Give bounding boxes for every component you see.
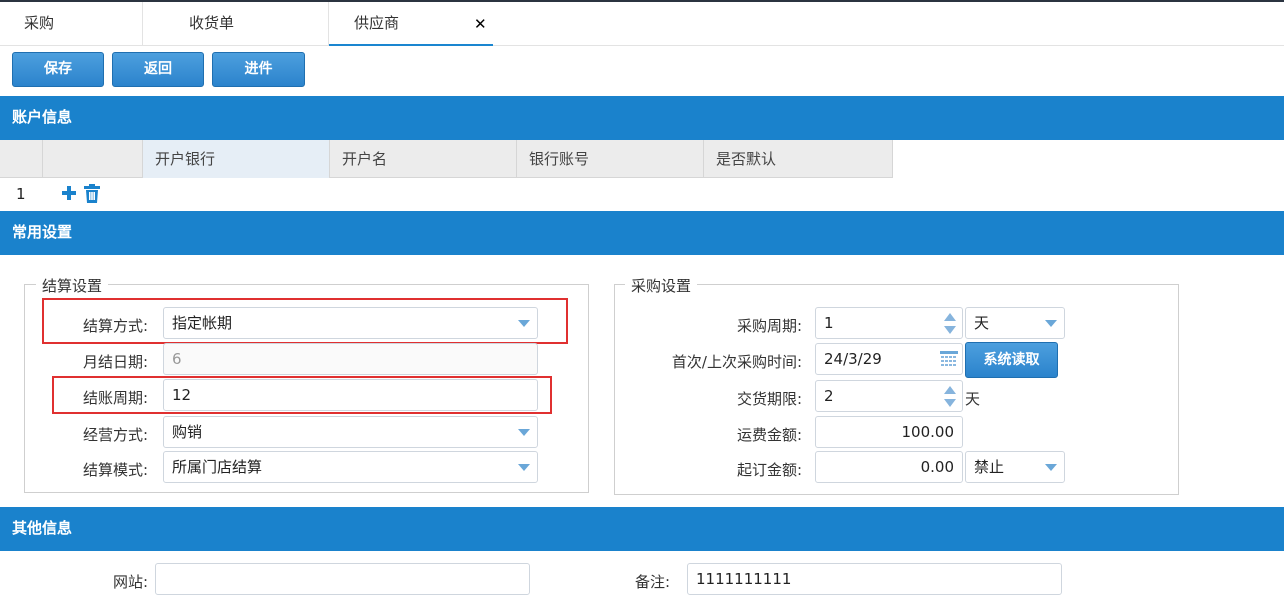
settlement-mode-select[interactable]: 所属门店结算 (163, 451, 538, 483)
grid-actions-header (43, 140, 143, 178)
highlight-box (42, 298, 568, 344)
delivery-unit: 天 (965, 390, 981, 408)
save-button[interactable]: 保存 (12, 52, 104, 87)
min-order-label: 起订金额: (736, 461, 802, 479)
website-field[interactable] (155, 563, 530, 595)
purchase-time-value: 24/3/29 (824, 350, 882, 368)
purchase-cycle-spinner[interactable]: 1 (815, 307, 963, 339)
calendar-icon[interactable] (940, 351, 958, 367)
grid-row-number: 1 (16, 185, 26, 203)
mode-label: 结算模式: (82, 461, 148, 479)
remark-label: 备注: (634, 573, 670, 591)
account-grid-header: 开户银行 开户名 银行账号 是否默认 (0, 140, 893, 178)
section-other-header: 其他信息 (0, 507, 1284, 551)
min-order-mode-value: 禁止 (974, 458, 1005, 476)
spin-down-icon[interactable] (944, 326, 956, 334)
min-order-mode-select[interactable]: 禁止 (965, 451, 1065, 483)
tab-bar: 采购 收货单 供应商 ✕ (0, 2, 1284, 46)
cycle-unit-select[interactable]: 天 (965, 307, 1065, 339)
back-button[interactable]: 返回 (112, 52, 204, 87)
tab-purchase[interactable]: 采购 (0, 2, 143, 46)
min-order-amount-field[interactable]: 0.00 (815, 451, 963, 483)
monthly-day-label: 月结日期: (82, 353, 148, 371)
cycle-label: 采购周期: (736, 317, 802, 335)
cycle-unit-value: 天 (974, 314, 990, 332)
website-label: 网站: (112, 573, 148, 591)
chevron-down-icon (518, 429, 530, 436)
remark-field[interactable]: 1111111111 (687, 563, 1062, 595)
delete-icon[interactable] (83, 184, 101, 203)
chevron-down-icon (518, 464, 530, 471)
business-label: 经营方式: (82, 426, 148, 444)
spin-up-icon[interactable] (944, 386, 956, 394)
purchase-legend: 采购设置 (625, 275, 698, 296)
business-mode-value: 购销 (172, 423, 203, 441)
tab-label: 采购 (24, 14, 55, 32)
delivery-limit-value: 2 (824, 387, 834, 405)
settlement-legend: 结算设置 (36, 275, 109, 296)
freight-amount-field[interactable]: 100.00 (815, 416, 963, 448)
tab-label: 收货单 (189, 14, 235, 32)
stock-in-button[interactable]: 进件 (212, 52, 305, 87)
tab-label: 供应商 (354, 14, 400, 32)
settlement-mode-value: 所属门店结算 (172, 458, 263, 476)
section-account-header: 账户信息 (0, 96, 1284, 140)
chevron-down-icon (1045, 464, 1057, 471)
close-icon[interactable]: ✕ (474, 16, 487, 32)
spin-up-icon[interactable] (944, 313, 956, 321)
delivery-limit-spinner[interactable]: 2 (815, 380, 963, 412)
highlight-box (52, 376, 552, 414)
tab-receipt[interactable]: 收货单 (143, 2, 329, 46)
column-header-default[interactable]: 是否默认 (704, 140, 893, 178)
purchase-time-field[interactable]: 24/3/29 (815, 343, 963, 375)
freight-label: 运费金额: (736, 426, 802, 444)
monthly-day-field[interactable]: 6 (163, 343, 538, 375)
chevron-down-icon (1045, 320, 1057, 327)
time-label: 首次/上次采购时间: (671, 353, 802, 371)
add-icon[interactable] (61, 184, 77, 202)
spin-down-icon[interactable] (944, 399, 956, 407)
purchase-cycle-value: 1 (824, 314, 834, 332)
system-read-button[interactable]: 系统读取 (965, 342, 1058, 378)
column-header-bank[interactable]: 开户银行 (143, 140, 330, 178)
column-header-account-number[interactable]: 银行账号 (517, 140, 704, 178)
section-common-header: 常用设置 (0, 211, 1284, 255)
business-mode-select[interactable]: 购销 (163, 416, 538, 448)
column-header-account-name[interactable]: 开户名 (330, 140, 517, 178)
grid-rownum-header (0, 140, 43, 178)
tab-supplier[interactable]: 供应商 ✕ (329, 2, 493, 46)
delivery-label: 交货期限: (736, 390, 802, 408)
